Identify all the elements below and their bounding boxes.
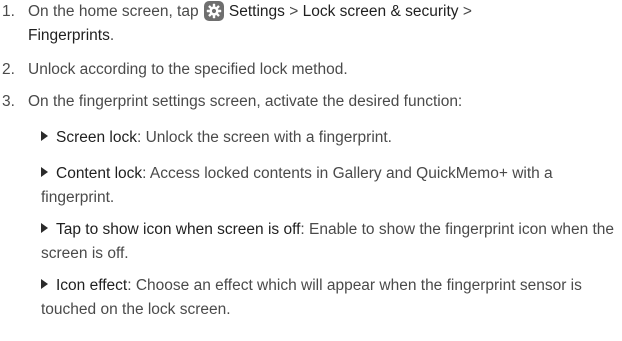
triangle-bullet-icon [41,167,48,177]
function-item-icon-effect: Icon effect: Choose an effect which will… [41,274,616,322]
manual-page: 1. On the home screen, tap Settings > Lo… [0,0,622,341]
function-term: Icon effect [56,277,128,294]
path-separator: > [284,3,303,20]
step-text: On the home screen, tap Settings > Lock … [28,0,616,48]
step-number: 1. [2,3,15,20]
step-number: 3. [2,93,15,110]
function-description: : Unlock the screen with a fingerprint. [136,129,392,146]
triangle-bullet-icon [41,131,48,141]
step-text: On the fingerprint settings screen, acti… [28,93,463,110]
function-item-content-lock: Content lock: Access locked contents in … [41,162,616,210]
path-separator: > [458,3,472,20]
function-term: Content lock [56,165,143,182]
step-number: 2. [2,61,15,78]
settings-label: Settings [228,3,285,20]
function-term: Screen lock [56,129,137,146]
step-text: Unlock according to the specified lock m… [28,61,348,78]
function-term: Tap to show icon when screen is off [56,221,301,238]
triangle-bullet-icon [41,223,48,233]
function-item-tap-to-show-icon: Tap to show icon when screen is off: Ena… [41,218,616,266]
fingerprints-label: Fingerprints [28,27,110,44]
step-1-prefix: On the home screen, tap [28,3,203,20]
gear-icon [203,1,224,21]
triangle-bullet-icon [41,279,48,289]
function-item-screen-lock: Screen lock: Unlock the screen with a fi… [41,126,616,150]
step-1-suffix: . [109,27,115,44]
lock-screen-security-label: Lock screen & security [302,3,459,20]
